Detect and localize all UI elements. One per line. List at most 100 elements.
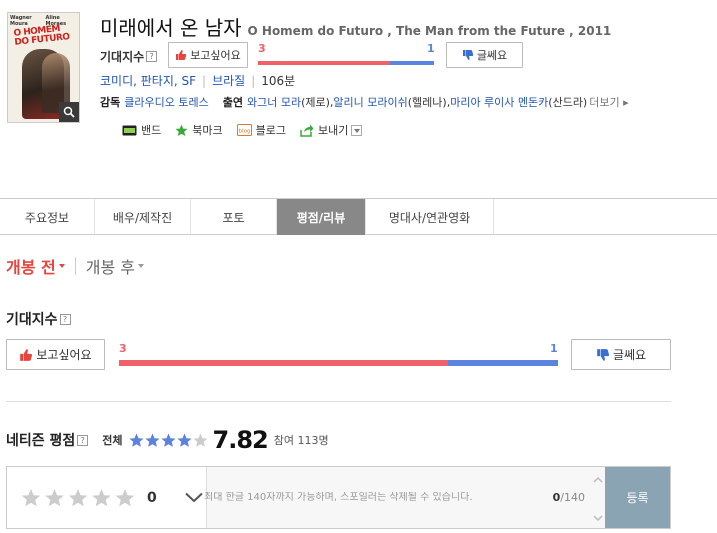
submit-button[interactable]: 등록 <box>605 467 670 528</box>
scroll-up-icon[interactable] <box>593 477 603 483</box>
share-blog-label: 블로그 <box>255 124 286 137</box>
after-release-tab[interactable]: 개봉 후 <box>86 254 144 278</box>
share-bookmark[interactable]: 북마크 <box>175 122 223 138</box>
director-link[interactable]: 클라우디오 토레스 <box>124 94 208 110</box>
want-button-large[interactable]: 보고싶어요 <box>6 339 105 370</box>
thumbs-down-icon <box>462 49 474 61</box>
before-release-label: 개봉 전 <box>6 258 56 277</box>
netizen-rating-label: 네티즌 평점 <box>6 433 76 449</box>
expectation-bar-large <box>119 360 558 366</box>
director-label: 감독 <box>100 96 121 109</box>
expectation-bar-large-want <box>119 360 449 366</box>
char-max: /140 <box>560 491 585 504</box>
send-icon <box>300 124 314 137</box>
help-icon[interactable]: ? <box>146 51 158 62</box>
share-blog[interactable]: blog 블로그 <box>236 122 286 138</box>
empty-stars-icon[interactable] <box>21 488 139 508</box>
rating-selector[interactable]: 0 <box>7 467 207 528</box>
after-release-label: 개봉 후 <box>85 258 135 277</box>
cast-link-2[interactable]: 알리니 모라이쉬 <box>333 94 407 110</box>
chevron-down-icon[interactable] <box>185 492 203 503</box>
want-count-large: 3 <box>119 342 127 355</box>
netizen-rating: 네티즌 평점? 전체 7.82 참여 113명 <box>6 426 329 454</box>
review-write-box: 0 0/140 등록 <box>6 466 671 529</box>
scroll-down-icon[interactable] <box>593 515 603 521</box>
genre-link[interactable]: 코미디, 판타지, SF <box>100 72 196 89</box>
poster-title: O HOMEM DO FUTURO <box>13 24 70 48</box>
expectation-section-label: 기대지수 <box>6 312 58 328</box>
release-toggle: 개봉 전 개봉 후 <box>6 254 144 278</box>
help-icon[interactable]: ? <box>59 313 71 325</box>
movie-poster[interactable]: Wagner Moura Aline Moraes O HOMEM DO FUT… <box>7 12 80 123</box>
help-icon[interactable]: ? <box>77 434 89 446</box>
thumbs-up-icon <box>175 49 187 61</box>
rating-stars <box>129 433 209 448</box>
title-row: 미래에서 온 남자 O Homem do Futuro , The Man fr… <box>100 12 611 41</box>
more-link-label: 더보기 <box>589 96 620 109</box>
tab-quotes-related[interactable]: 명대사/연관영화 <box>366 199 494 235</box>
expectation-bar-want <box>258 61 390 65</box>
char-counter: 0/140 <box>553 491 585 504</box>
svg-text:blog: blog <box>238 129 250 135</box>
all-label: 전체 <box>102 434 123 447</box>
expectation-section-title: 기대지수 ? <box>6 309 71 329</box>
share-send-label: 보내기 <box>318 124 349 137</box>
chevron-right-icon: ▸ <box>623 96 629 109</box>
country-link[interactable]: 브라질 <box>212 72 245 89</box>
expectation-bar-large-no <box>448 360 558 366</box>
tab-main-info[interactable]: 주요정보 <box>0 199 95 235</box>
movie-subtitle: O Homem do Futuro , The Man from the Fut… <box>247 24 612 38</box>
expectation-bar-no <box>390 61 434 65</box>
no-button[interactable]: 글쎄요 <box>446 42 523 68</box>
cast-link-3[interactable]: 마리아 루이사 멘돈카 <box>450 94 548 110</box>
share-bookmark-label: 북마크 <box>192 124 223 137</box>
tab-cast-crew[interactable]: 배우/제작진 <box>95 199 191 235</box>
cast-role-2: (헬레나), <box>407 96 451 109</box>
expectation-bar <box>258 61 434 65</box>
scrollbar[interactable] <box>593 477 603 521</box>
cast-label: 출연 <box>222 96 243 109</box>
crew-row: 감독 클라우디오 토레스 출연 와그너 모라 (제로), 알리니 모라이쉬 (헬레나… <box>100 94 629 110</box>
zoom-icon[interactable] <box>59 102 79 122</box>
band-icon <box>122 125 137 136</box>
thumbs-down-icon <box>596 348 610 362</box>
tab-bar: 주요정보 배우/제작진 포토 평점/리뷰 명대사/연관영화 <box>0 198 717 235</box>
want-button[interactable]: 보고싶어요 <box>168 42 248 68</box>
review-text-area: 0/140 <box>204 467 605 528</box>
caret-down-icon <box>137 264 144 268</box>
share-band-label: 밴드 <box>141 124 162 137</box>
no-button-large[interactable]: 글쎄요 <box>571 339 671 370</box>
no-button-label: 글쎄요 <box>476 49 508 62</box>
more-link[interactable]: 더보기 ▸ <box>589 94 628 110</box>
no-count-large: 1 <box>550 342 558 355</box>
thumbs-up-icon <box>19 348 33 362</box>
star-rating-icon <box>129 433 208 447</box>
caret-down-icon <box>58 264 65 268</box>
netizen-rating-title: 네티즌 평점? <box>6 430 89 450</box>
expectation-label: 기대지수 ? <box>100 48 158 65</box>
movie-title: 미래에서 온 남자 <box>100 16 242 40</box>
rating-value: 0 <box>147 489 157 506</box>
share-band[interactable]: 밴드 <box>122 122 161 138</box>
cast-role-3: (산드라) <box>548 96 588 109</box>
cast-link-1[interactable]: 와그너 모라 <box>247 94 301 110</box>
want-button-label: 보고싶어요 <box>190 49 241 62</box>
runtime: 106분 <box>261 74 296 88</box>
cast-role-1: (제로), <box>301 96 334 109</box>
netizen-score: 7.82 <box>212 426 269 454</box>
tab-photo[interactable]: 포토 <box>191 199 277 235</box>
netizen-count: 참여 113명 <box>273 434 329 447</box>
blog-icon: blog <box>236 124 252 136</box>
review-input[interactable] <box>204 492 534 503</box>
star-icon <box>175 124 188 137</box>
tab-ratings-reviews[interactable]: 평점/리뷰 <box>277 199 366 235</box>
expectation-label-text: 기대지수 <box>100 50 145 64</box>
want-button-large-label: 보고싶어요 <box>36 348 92 362</box>
before-release-tab[interactable]: 개봉 전 <box>6 254 65 278</box>
dropdown-icon[interactable] <box>351 124 363 136</box>
no-button-large-label: 글쎄요 <box>612 348 647 362</box>
share-row: 밴드 북마크 blog 블로그 보내기 <box>122 122 376 138</box>
want-count: 3 <box>258 42 266 55</box>
expectation-row: 기대지수 ? 보고싶어요 3 1 글쎄요 <box>100 42 523 68</box>
share-send[interactable]: 보내기 <box>300 122 363 138</box>
